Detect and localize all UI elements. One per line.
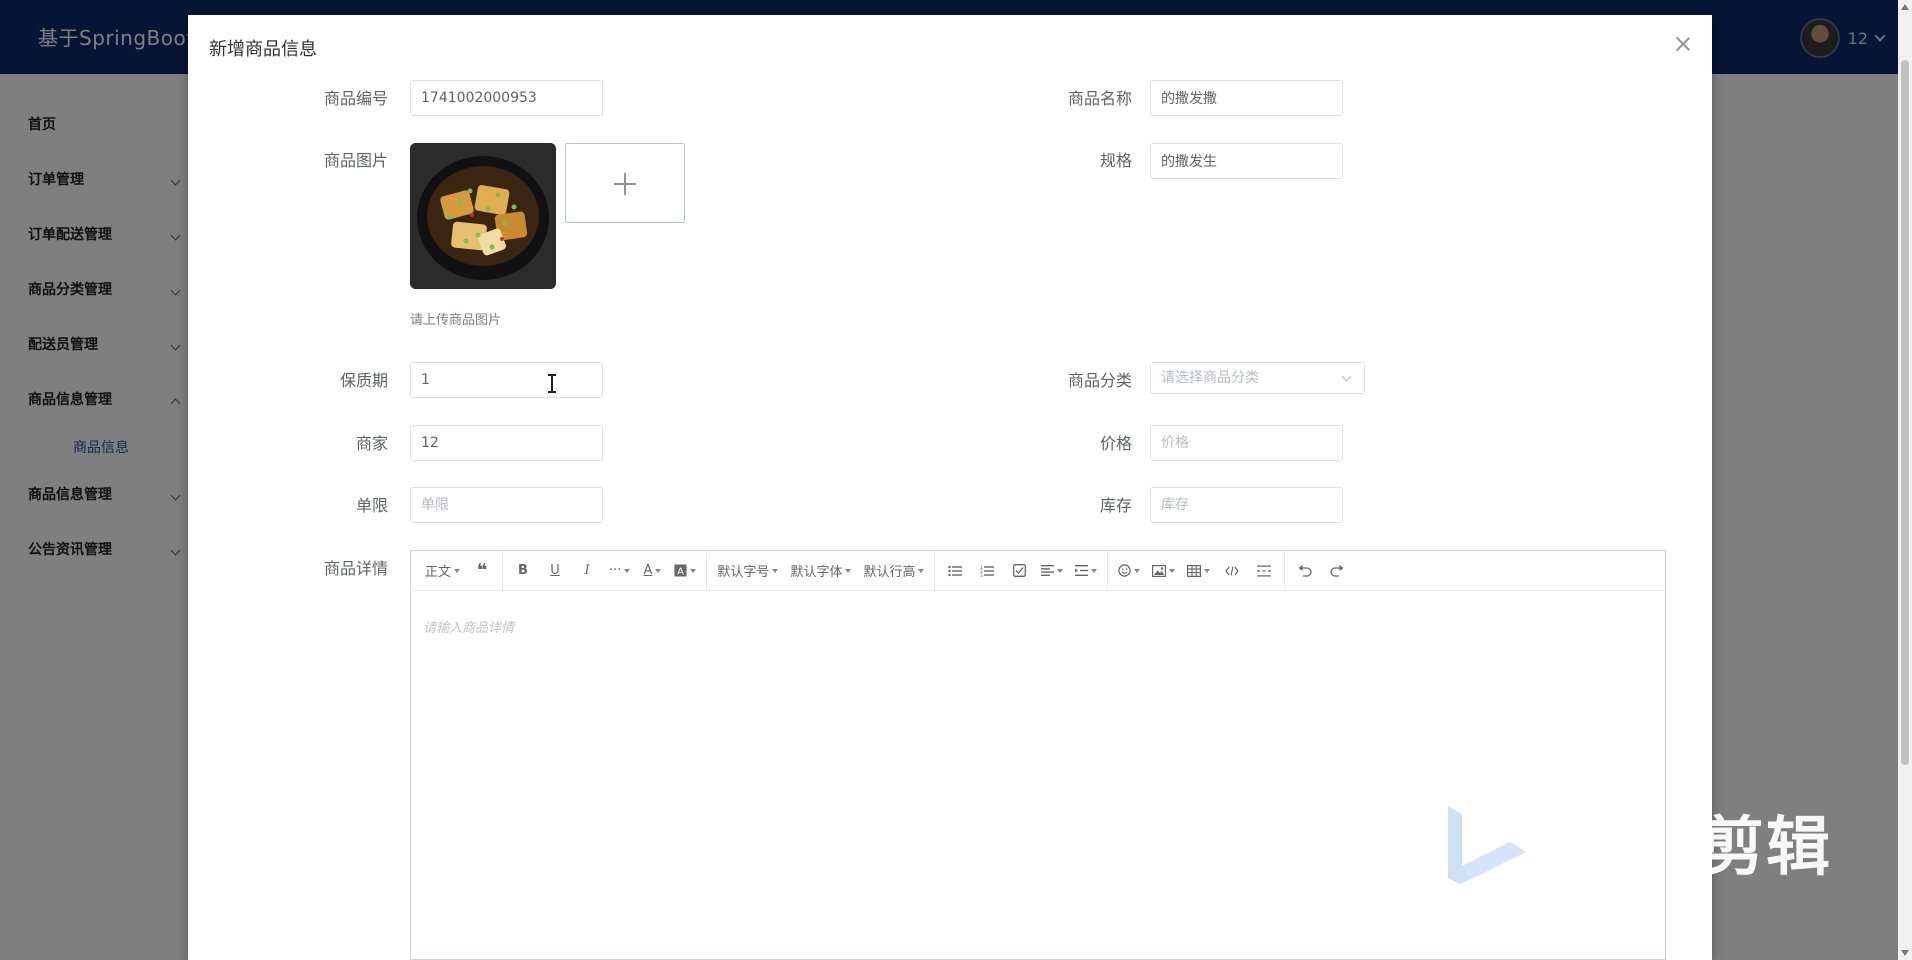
product-no-label: 商品编号 [323, 89, 388, 108]
category-label: 商品分类 [1067, 371, 1132, 390]
todo-checkbox-icon[interactable] [1003, 557, 1035, 585]
caret-down-icon [655, 568, 662, 573]
more-styles-label: ··· [609, 563, 622, 578]
caret-down-icon [918, 568, 925, 573]
price-input[interactable] [1150, 425, 1343, 461]
shelf-life-input[interactable] [410, 362, 603, 398]
line-height-label: 默认行高 [863, 565, 916, 580]
undo-icon[interactable] [1289, 557, 1321, 585]
paragraph-style-dropdown[interactable]: 正文 [419, 557, 466, 585]
shelf-life-label: 保质期 [339, 371, 388, 390]
editor-toolbar: 正文 ❝ B U I ··· A A 默认字号 默认字体 默认行高 123 [411, 550, 1665, 591]
image-icon [1152, 564, 1167, 577]
toolbar-divider [502, 550, 504, 591]
merchant-input[interactable] [410, 425, 603, 461]
product-name-input[interactable] [1150, 80, 1343, 116]
toolbar-divider [1107, 550, 1109, 591]
divider-line-icon[interactable] [1248, 557, 1280, 585]
limit-input[interactable] [410, 487, 603, 523]
stock-label: 库存 [1099, 496, 1132, 515]
font-family-label: 默认字体 [790, 565, 843, 580]
indent-icon [1075, 565, 1089, 576]
background-color-icon: A [674, 564, 687, 577]
stock-input[interactable] [1150, 487, 1343, 523]
image-dropdown[interactable] [1146, 557, 1181, 585]
bulleted-list-icon[interactable] [939, 557, 971, 585]
caret-down-icon [624, 568, 631, 573]
font-size-label: 默认字号 [717, 565, 770, 580]
toolbar-divider [1284, 550, 1286, 591]
detail-label: 商品详情 [323, 559, 388, 578]
food-photo-icon [410, 143, 556, 289]
merchant-label: 商家 [355, 434, 388, 453]
more-styles-dropdown[interactable]: ··· [603, 557, 636, 585]
font-size-dropdown[interactable]: 默认字号 [711, 557, 784, 585]
caret-down-icon [845, 568, 852, 573]
toolbar-divider [706, 550, 708, 591]
caret-down-icon [1204, 568, 1211, 573]
quote-icon[interactable]: ❝ [466, 557, 498, 585]
underline-icon[interactable]: U [539, 557, 571, 585]
line-height-dropdown[interactable]: 默认行高 [857, 557, 930, 585]
product-image-thumbnail[interactable] [410, 143, 556, 289]
scrollbar-thumb[interactable] [1901, 60, 1909, 765]
text-cursor-icon [547, 373, 557, 393]
font-family-dropdown[interactable]: 默认字体 [784, 557, 857, 585]
limit-label: 单限 [355, 496, 388, 515]
table-icon [1187, 564, 1202, 577]
category-select[interactable] [1150, 362, 1365, 394]
paragraph-style-label: 正文 [425, 565, 452, 580]
caret-down-icon [772, 568, 779, 573]
caret-down-icon [1134, 568, 1141, 573]
product-image-label: 商品图片 [323, 151, 388, 170]
product-no-input[interactable] [410, 80, 603, 116]
dialog-title: 新增商品信息 [209, 39, 317, 60]
font-color-dropdown[interactable]: A [636, 557, 668, 585]
close-icon[interactable] [1674, 35, 1692, 53]
watermark-text: 剪辑 [1700, 811, 1832, 885]
align-dropdown[interactable] [1035, 557, 1069, 585]
redo-icon[interactable] [1321, 557, 1353, 585]
code-block-icon[interactable] [1216, 557, 1248, 585]
svg-text:3: 3 [980, 573, 983, 577]
caret-down-icon [454, 568, 461, 573]
scroll-down-arrow-icon[interactable] [1901, 950, 1909, 956]
spec-input[interactable] [1150, 143, 1343, 179]
page-scrollbar[interactable] [1898, 0, 1912, 960]
video-editor-watermark-logo-icon [1448, 806, 1526, 884]
emoji-icon [1118, 564, 1132, 577]
caret-down-icon [1091, 568, 1098, 573]
product-name-label: 商品名称 [1067, 89, 1132, 108]
caret-down-icon [1169, 568, 1176, 573]
svg-text:A: A [678, 567, 685, 578]
bold-icon[interactable]: B [507, 557, 539, 585]
price-label: 价格 [1099, 434, 1132, 453]
image-upload-button[interactable] [565, 143, 685, 223]
toolbar-divider [934, 550, 936, 591]
rich-text-editor[interactable]: 正文 ❝ B U I ··· A A 默认字号 默认字体 默认行高 123 请输… [410, 550, 1666, 960]
editor-placeholder: 请输入商品详情 [423, 621, 515, 636]
spec-label: 规格 [1099, 151, 1132, 170]
numbered-list-icon[interactable]: 123 [971, 557, 1003, 585]
align-left-icon [1041, 565, 1055, 576]
scroll-up-arrow-icon[interactable] [1901, 4, 1909, 10]
caret-down-icon [690, 568, 697, 573]
background-color-dropdown[interactable]: A [668, 557, 702, 585]
caret-down-icon [1057, 568, 1064, 573]
emoji-dropdown[interactable] [1112, 557, 1146, 585]
table-dropdown[interactable] [1181, 557, 1216, 585]
italic-icon[interactable]: I [571, 557, 603, 585]
font-color-icon: A [643, 563, 653, 578]
upload-tip: 请上传商品图片 [410, 313, 502, 328]
plus-icon [624, 173, 626, 195]
indent-dropdown[interactable] [1069, 557, 1103, 585]
